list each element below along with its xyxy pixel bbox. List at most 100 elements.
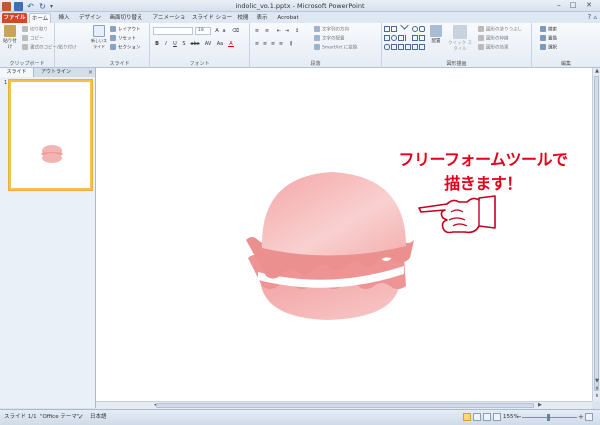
vertical-scrollbar[interactable]: ▲ ▼ ⇞ ⇟: [592, 68, 600, 401]
underline-button[interactable]: U: [172, 41, 178, 47]
arrange-button[interactable]: 配置: [428, 25, 444, 51]
line-spacing-icon[interactable]: ↕: [294, 28, 300, 34]
tab-insert[interactable]: 挿入: [55, 13, 73, 23]
slide-title-text[interactable]: フリーフォームツールで 描きます！: [383, 148, 583, 196]
help-icon[interactable]: ? ▵: [588, 13, 597, 21]
language-status[interactable]: 日本語: [90, 410, 107, 425]
spellcheck-icon[interactable]: ✓: [78, 410, 84, 425]
section-label: セクション: [118, 45, 141, 51]
tab-review[interactable]: 校閲: [236, 13, 250, 23]
tab-slideshow[interactable]: スライド ショー: [191, 13, 233, 23]
layout-button[interactable]: レイアウト: [110, 26, 141, 34]
shrink-font-icon[interactable]: a: [221, 28, 227, 34]
slide-thumbnail[interactable]: [9, 80, 92, 190]
zoom-slider-knob[interactable]: [547, 414, 550, 421]
shape-triangle[interactable]: [398, 35, 404, 41]
select-button[interactable]: 選択: [540, 44, 557, 52]
shape-rounded[interactable]: [419, 26, 425, 32]
italic-button[interactable]: I: [163, 41, 169, 47]
scroll-right-icon[interactable]: ▶: [538, 402, 542, 409]
shapes-gallery[interactable]: [384, 24, 425, 52]
fit-to-window-icon[interactable]: [585, 413, 593, 421]
shape-brace[interactable]: [398, 44, 404, 50]
new-slide-button[interactable]: 新しいスライド: [91, 25, 107, 51]
increase-indent-icon[interactable]: ⇥: [284, 28, 290, 34]
columns-icon[interactable]: ⫼: [288, 41, 294, 47]
tab-animations[interactable]: アニメーション: [150, 13, 188, 31]
replace-button[interactable]: 置換: [540, 35, 557, 43]
smartart-button[interactable]: SmartArt に変換: [314, 44, 357, 52]
tab-acrobat[interactable]: Acrobat: [276, 13, 300, 23]
panel-close-icon[interactable]: ×: [88, 68, 93, 77]
shape-oval[interactable]: [412, 26, 418, 32]
numbering-icon[interactable]: ≡: [264, 28, 270, 34]
shape-callout[interactable]: [412, 44, 418, 50]
find-button[interactable]: 検索: [540, 26, 557, 34]
strikethrough-button[interactable]: abc: [190, 41, 200, 47]
shape-rect2[interactable]: [384, 35, 390, 41]
shape-line2[interactable]: [403, 24, 413, 34]
quick-styles-button[interactable]: クイック スタイル: [447, 25, 473, 52]
prev-slide-icon[interactable]: ⇞: [594, 386, 600, 392]
tab-slides[interactable]: スライド: [0, 68, 34, 77]
slideshow-view-icon[interactable]: [493, 413, 501, 421]
horizontal-scrollbar[interactable]: ◀ ▶: [96, 401, 592, 409]
change-case-button[interactable]: Aa: [216, 41, 224, 47]
cut-button[interactable]: 切り取り: [22, 26, 48, 34]
copy-button[interactable]: コピー: [22, 35, 44, 43]
shape-rect[interactable]: [384, 26, 390, 32]
shape-outline-button[interactable]: 図形の枠線: [478, 35, 509, 43]
reset-button[interactable]: リセット: [110, 35, 136, 43]
reading-view-icon[interactable]: [483, 413, 491, 421]
paste-button[interactable]: 貼り付け: [2, 25, 18, 51]
spacing-button[interactable]: AV: [204, 41, 212, 47]
bold-button[interactable]: B: [154, 41, 160, 47]
align-text-button[interactable]: 文字の配置: [314, 35, 345, 43]
align-right-icon[interactable]: ≡: [270, 41, 276, 47]
tab-file[interactable]: ファイル: [2, 13, 27, 23]
section-button[interactable]: セクション: [110, 44, 141, 52]
font-name-field[interactable]: [153, 27, 193, 35]
minimize-button[interactable]: –: [552, 0, 566, 10]
tab-outline[interactable]: アウトライン: [36, 68, 76, 77]
shape-effects-button[interactable]: 図形の効果: [478, 44, 509, 52]
align-left-icon[interactable]: ≡: [254, 41, 260, 47]
tab-view[interactable]: 表示: [255, 13, 269, 23]
grow-font-icon[interactable]: A: [214, 28, 220, 34]
horizontal-scroll-thumb[interactable]: [156, 403, 534, 408]
decrease-indent-icon[interactable]: ⇤: [276, 28, 282, 34]
scroll-up-icon[interactable]: ▲: [594, 68, 600, 74]
scroll-down-icon[interactable]: ▼: [594, 378, 600, 384]
font-size-field[interactable]: 18: [195, 27, 211, 35]
shape-arrow2[interactable]: [419, 35, 425, 41]
zoom-in-button[interactable]: +: [578, 410, 584, 425]
font-color-button[interactable]: A: [228, 41, 234, 47]
align-center-icon[interactable]: ≡: [262, 41, 268, 47]
shape-more[interactable]: [419, 44, 425, 50]
shape-brace2[interactable]: [405, 44, 411, 50]
text-direction-button[interactable]: 文字列の方向: [314, 26, 349, 34]
tab-transitions[interactable]: 画面切り替え: [106, 13, 146, 23]
format-painter-button[interactable]: 書式のコピー/貼り付け: [22, 44, 77, 52]
shape-arrow[interactable]: [412, 35, 418, 41]
shape-circle[interactable]: [391, 35, 397, 41]
zoom-out-button[interactable]: −: [516, 410, 522, 425]
normal-view-icon[interactable]: [463, 413, 471, 421]
text-direction-icon: [314, 26, 320, 32]
sorter-view-icon[interactable]: [473, 413, 481, 421]
bullets-icon[interactable]: ≡: [254, 28, 260, 34]
tab-design[interactable]: デザイン: [77, 13, 103, 23]
clear-format-icon[interactable]: ⌫: [232, 28, 239, 34]
maximize-button[interactable]: □: [566, 0, 580, 10]
shape-curve[interactable]: [384, 44, 390, 50]
shape-star[interactable]: [391, 44, 397, 50]
pointing-hand-drawing[interactable]: [417, 194, 497, 236]
close-button[interactable]: ✕: [580, 0, 598, 10]
shape-vline[interactable]: [405, 35, 411, 41]
shape-fill-button[interactable]: 図形の塗りつぶし: [478, 26, 522, 34]
justify-icon[interactable]: ≡: [278, 41, 284, 47]
shadow-button[interactable]: S: [181, 41, 187, 47]
next-slide-icon[interactable]: ⇟: [594, 393, 600, 399]
tab-home[interactable]: ホーム: [29, 13, 51, 23]
vertical-scroll-thumb[interactable]: [594, 76, 599, 391]
